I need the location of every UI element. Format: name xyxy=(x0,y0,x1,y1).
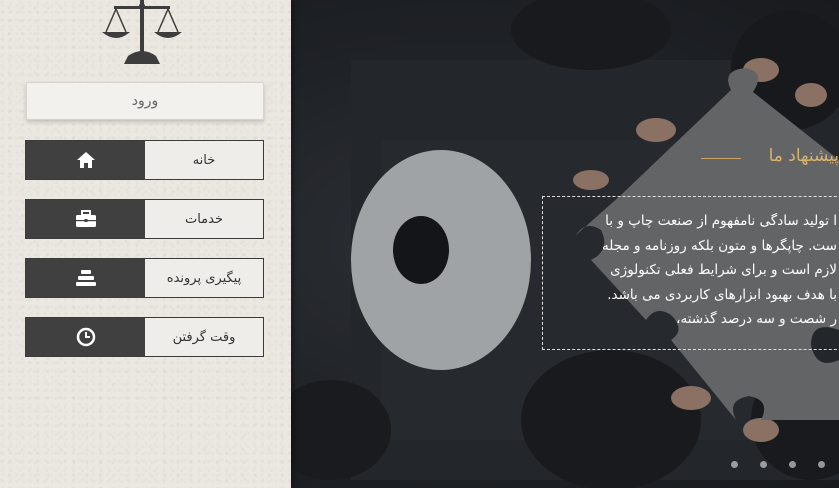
nav-services-icon-box xyxy=(26,200,145,238)
home-icon xyxy=(76,152,95,168)
nav-home-icon-box xyxy=(26,141,145,179)
offer-line-2: ست. چاپگرها و متون بلکه روزنامه و مجله xyxy=(602,237,837,254)
nav-services-button[interactable]: خدمات xyxy=(25,199,264,239)
slider-dot-4[interactable] xyxy=(818,461,825,468)
nav-appointment-icon-box xyxy=(26,318,145,356)
offer-line-4: با هدف بهبود ابزارهای کاربردی می باشد. xyxy=(607,286,837,303)
slider-dot-3[interactable] xyxy=(789,461,796,468)
clock-icon xyxy=(76,327,95,347)
offer-line-1: ا تولید سادگی نامفهوم از صنعت چاپ و با xyxy=(605,213,837,229)
slider-dot-1[interactable] xyxy=(731,461,738,468)
nav-appointment-label: وقت گرفتن xyxy=(172,329,236,345)
slider-pagination xyxy=(731,461,825,468)
nav-appointment-button[interactable]: وقت گرفتن xyxy=(25,317,264,357)
sidebar: ورود خانه خدمات پیگیری پرونده وقت گرفتن xyxy=(0,0,291,488)
nav-case-tracking-label: پیگیری پرونده xyxy=(166,270,242,286)
offer-title-line xyxy=(701,158,741,159)
nav-home-button[interactable]: خانه xyxy=(25,140,264,180)
nav-home-label: خانه xyxy=(192,152,216,168)
nav-services-label: خدمات xyxy=(184,211,224,227)
offer-title: پیشنهاد ما xyxy=(768,146,839,166)
login-button[interactable]: ورود xyxy=(26,82,264,120)
offer-text: ا تولید سادگی نامفهوم از صنعت چاپ و با س… xyxy=(397,209,837,332)
nav-case-tracking-button[interactable]: پیگیری پرونده xyxy=(25,258,264,298)
login-label: ورود xyxy=(131,93,159,109)
briefcase-icon xyxy=(75,210,96,227)
hero-slider: پیشنهاد ما ا تولید سادگی نامفهوم از صنعت… xyxy=(291,0,839,488)
slider-dot-2[interactable] xyxy=(760,461,767,468)
stack-icon xyxy=(75,270,96,286)
nav-case-tracking-icon-box xyxy=(26,259,145,297)
offer-text-box: ا تولید سادگی نامفهوم از صنعت چاپ و با س… xyxy=(542,196,839,350)
offer-line-3: لازم است و برای شرایط فعلی تکنولوژی xyxy=(610,262,837,278)
offer-line-5: ر شصت و سه درصد گذشته، xyxy=(676,311,837,327)
scales-of-justice-logo xyxy=(102,0,182,64)
